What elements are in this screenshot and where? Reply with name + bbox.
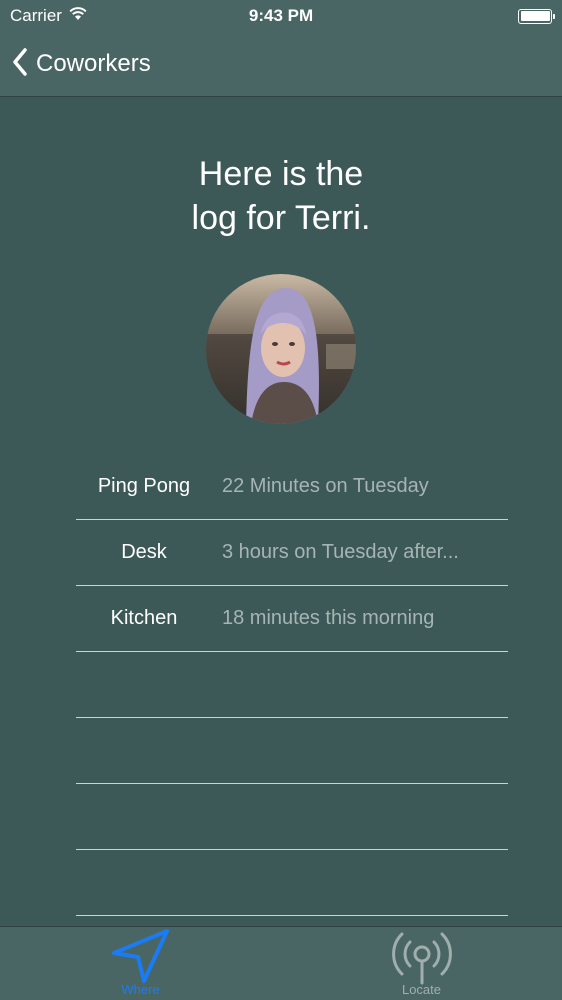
table-row[interactable]: Ping Pong 22 Minutes on Tuesday xyxy=(76,454,508,520)
log-duration: 18 minutes this morning xyxy=(222,607,435,629)
table-row[interactable]: Desk 3 hours on Tuesday after... xyxy=(76,520,508,586)
tab-label: Where xyxy=(121,982,160,997)
table-row-empty xyxy=(76,718,508,784)
location-arrow-icon xyxy=(110,927,172,990)
log-place: Kitchen xyxy=(110,607,178,629)
carrier-group: Carrier xyxy=(10,6,88,26)
back-label: Coworkers xyxy=(36,50,151,77)
tab-label: Locate xyxy=(401,982,442,997)
table-row-empty xyxy=(76,652,508,718)
table-row-empty xyxy=(76,784,508,850)
log-duration: 22 Minutes on Tuesday xyxy=(222,475,429,497)
status-bar: Carrier 9:43 PM xyxy=(0,0,562,32)
battery-icon xyxy=(518,8,555,24)
log-place: Ping Pong xyxy=(97,475,191,497)
tab-locate[interactable]: Locate xyxy=(281,927,562,1000)
title-line-1: Here is the xyxy=(198,155,364,193)
broadcast-antenna-icon xyxy=(386,927,458,990)
log-table: Ping Pong 22 Minutes on Tuesday Desk 3 h… xyxy=(76,454,508,916)
chevron-left-icon xyxy=(12,47,28,81)
page-title: Here is the log for Terri. xyxy=(0,152,562,240)
title-line-2: log for Terri. xyxy=(191,199,371,237)
back-button[interactable]: Coworkers xyxy=(0,47,151,81)
carrier-label: Carrier xyxy=(10,6,62,25)
tab-where[interactable]: Where xyxy=(0,927,281,1000)
navigation-bar: Coworkers xyxy=(0,32,562,97)
table-row-empty xyxy=(76,850,508,916)
log-place: Desk xyxy=(121,541,167,563)
table-row[interactable]: Kitchen 18 minutes this morning xyxy=(76,586,508,652)
log-duration: 3 hours on Tuesday after... xyxy=(222,541,459,563)
avatar xyxy=(206,274,356,424)
tab-bar: Where Locate xyxy=(0,926,562,1000)
wifi-icon xyxy=(68,6,88,26)
